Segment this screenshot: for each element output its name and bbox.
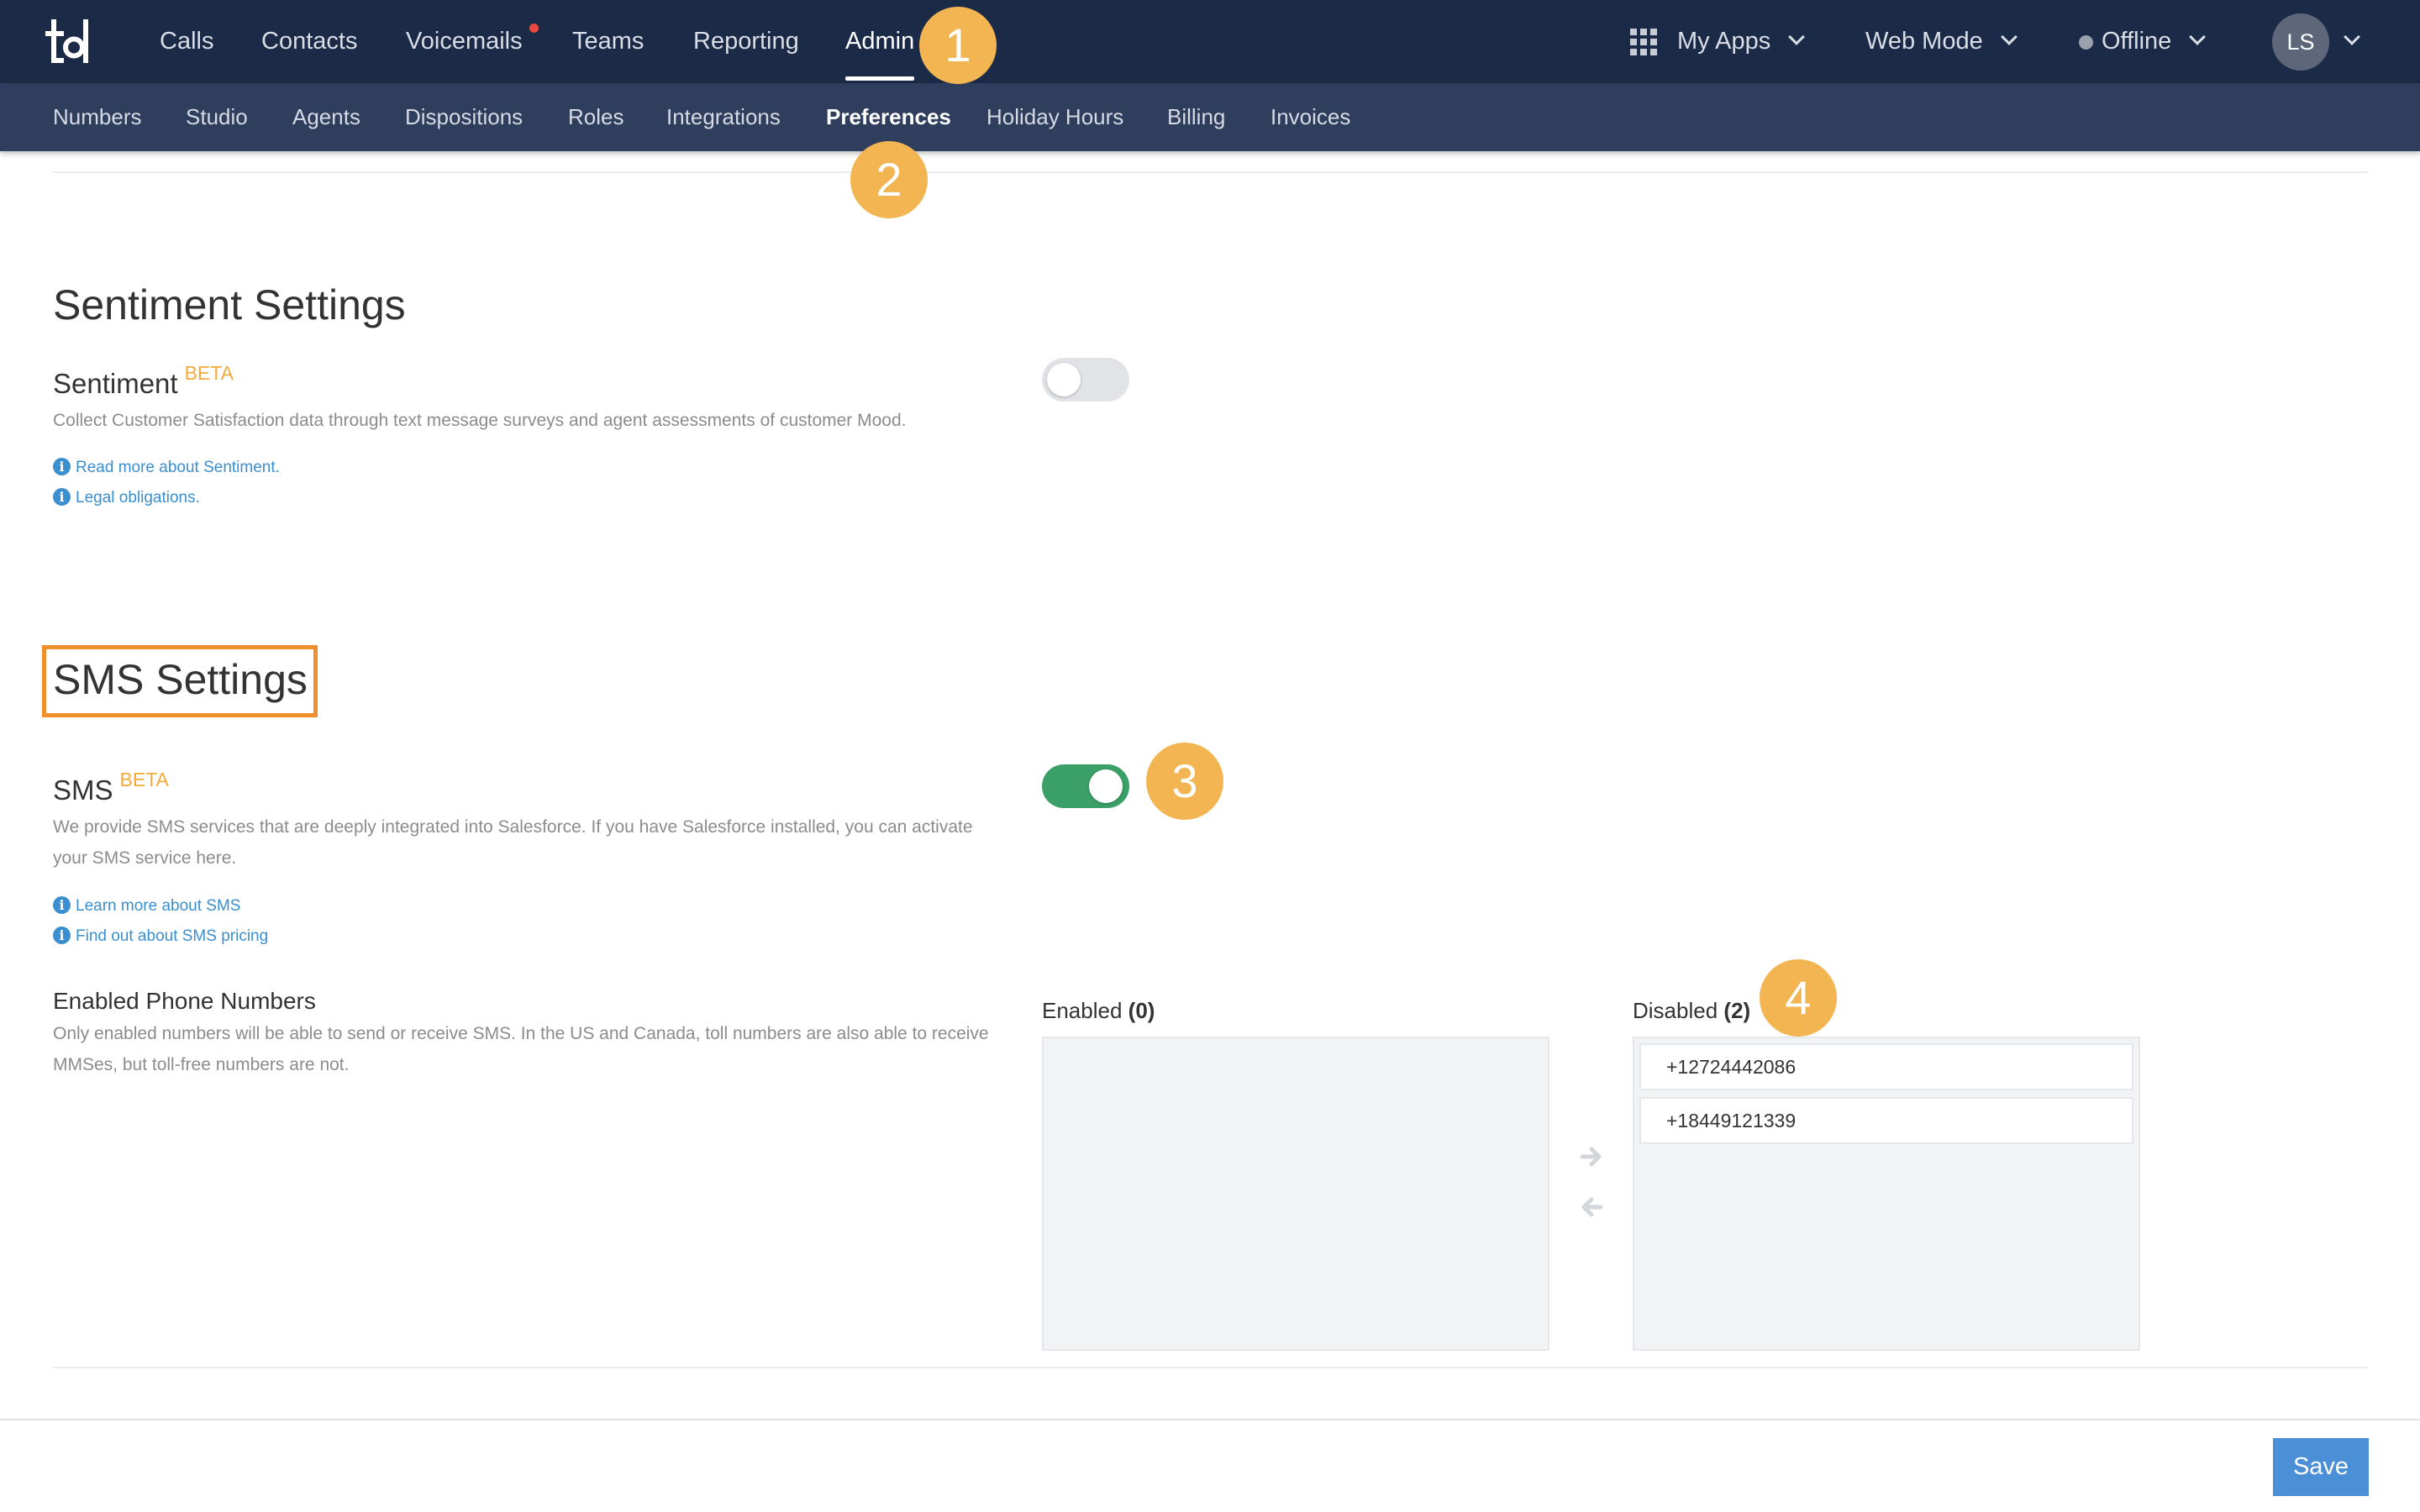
web-mode-label: Web Mode <box>1865 28 1983 55</box>
subnav-integrations[interactable]: Integrations <box>666 83 781 151</box>
sentiment-label-text: Sentiment <box>53 368 178 399</box>
disabled-count: (2) <box>1723 998 1751 1023</box>
read-more-sentiment-link[interactable]: i Read more about Sentiment. <box>53 458 280 477</box>
sentiment-description: Collect Customer Satisfaction data throu… <box>53 411 907 430</box>
section-divider <box>53 1367 2367 1368</box>
sentiment-toggle[interactable] <box>1042 358 1129 402</box>
footer-divider <box>0 1419 2420 1420</box>
learn-more-sms-link[interactable]: i Learn more about SMS <box>53 896 241 916</box>
nav-admin[interactable]: Admin <box>845 0 914 83</box>
read-more-sentiment-text: Read more about Sentiment. <box>76 459 280 476</box>
nav-teams[interactable]: Teams <box>572 0 644 83</box>
status-label: Offline <box>2102 28 2172 55</box>
status-dot-icon <box>2079 35 2093 50</box>
subnav-invoices[interactable]: Invoices <box>1270 83 1350 151</box>
enabled-phone-numbers-description: Only enabled numbers will be able to sen… <box>53 1024 989 1074</box>
enabled-list-title: Enabled <box>1042 998 1123 1023</box>
status-menu[interactable]: Offline <box>2079 0 2207 83</box>
chevron-down-icon <box>2000 29 2018 45</box>
legal-obligations-link[interactable]: i Legal obligations. <box>53 488 200 507</box>
subnav-numbers[interactable]: Numbers <box>53 83 141 151</box>
chevron-down-icon <box>1788 29 1806 45</box>
disabled-list-header: Disabled (2) <box>1633 998 1750 1024</box>
top-navigation-bar: Calls Contacts Voicemails Teams Reportin… <box>0 0 2420 83</box>
sms-pricing-text: Find out about SMS pricing <box>76 927 269 945</box>
disabled-numbers-list[interactable]: +12724442086 +18449121339 <box>1633 1037 2140 1351</box>
info-icon: i <box>53 896 71 914</box>
info-icon: i <box>53 927 71 944</box>
step-badge-2: 2 <box>850 141 928 218</box>
sms-pricing-link[interactable]: i Find out about SMS pricing <box>53 927 268 946</box>
info-icon: i <box>53 488 71 506</box>
sentiment-label: Sentiment BETA <box>53 362 234 400</box>
subnav-dispositions[interactable]: Dispositions <box>405 83 523 151</box>
enabled-numbers-list[interactable] <box>1042 1037 1549 1351</box>
my-apps-menu[interactable]: My Apps <box>1677 0 1806 83</box>
admin-sub-navigation: Numbers Studio Agents Dispositions Roles… <box>0 83 2420 151</box>
phone-number-item[interactable]: +18449121339 <box>1639 1097 2133 1144</box>
voicemail-notification-dot <box>529 24 539 33</box>
apps-grid-icon[interactable] <box>1630 29 1657 55</box>
toggle-knob <box>1047 363 1081 396</box>
talkdesk-logo[interactable] <box>45 13 99 67</box>
sentiment-section-title: Sentiment Settings <box>53 281 406 328</box>
web-mode-menu[interactable]: Web Mode <box>1865 0 2018 83</box>
sms-section-title: SMS Settings <box>53 656 308 703</box>
subnav-roles[interactable]: Roles <box>568 83 623 151</box>
nav-voicemails[interactable]: Voicemails <box>406 0 523 83</box>
sms-description: We provide SMS services that are deeply … <box>53 817 973 868</box>
enabled-phone-numbers-label: Enabled Phone Numbers <box>53 988 316 1014</box>
nav-calls[interactable]: Calls <box>160 0 213 83</box>
enabled-count: (0) <box>1128 998 1155 1023</box>
active-nav-indicator <box>845 76 914 81</box>
beta-badge: BETA <box>184 362 234 384</box>
disabled-list-title: Disabled <box>1633 998 1718 1023</box>
subnav-studio[interactable]: Studio <box>186 83 248 151</box>
phone-number-item[interactable]: +12724442086 <box>1639 1043 2133 1090</box>
subnav-holiday-hours[interactable]: Holiday Hours <box>986 83 1123 151</box>
user-menu-toggle[interactable] <box>2326 0 2360 83</box>
subnav-billing[interactable]: Billing <box>1167 83 1225 151</box>
chevron-down-icon <box>2189 29 2207 45</box>
arrow-right-icon[interactable] <box>1579 1144 1604 1169</box>
enabled-list-header: Enabled (0) <box>1042 998 1155 1024</box>
sms-label: SMS BETA <box>53 769 169 806</box>
sms-label-text: SMS <box>53 774 113 806</box>
beta-badge: BETA <box>119 769 169 790</box>
step-badge-4: 4 <box>1760 959 1837 1037</box>
nav-reporting[interactable]: Reporting <box>693 0 799 83</box>
nav-contacts[interactable]: Contacts <box>261 0 357 83</box>
step-badge-3: 3 <box>1146 743 1223 820</box>
section-divider <box>53 171 2367 173</box>
subnav-agents[interactable]: Agents <box>292 83 360 151</box>
toggle-knob <box>1089 769 1123 803</box>
my-apps-label: My Apps <box>1677 28 1771 55</box>
arrow-left-icon[interactable] <box>1579 1194 1604 1220</box>
step-badge-1: 1 <box>919 7 997 84</box>
info-icon: i <box>53 458 71 475</box>
sms-toggle[interactable] <box>1042 764 1129 808</box>
save-button[interactable]: Save <box>2273 1438 2369 1496</box>
chevron-down-icon <box>2344 29 2360 45</box>
legal-obligations-text: Legal obligations. <box>76 489 200 507</box>
user-avatar[interactable]: LS <box>2272 13 2329 71</box>
learn-more-sms-text: Learn more about SMS <box>76 897 241 915</box>
